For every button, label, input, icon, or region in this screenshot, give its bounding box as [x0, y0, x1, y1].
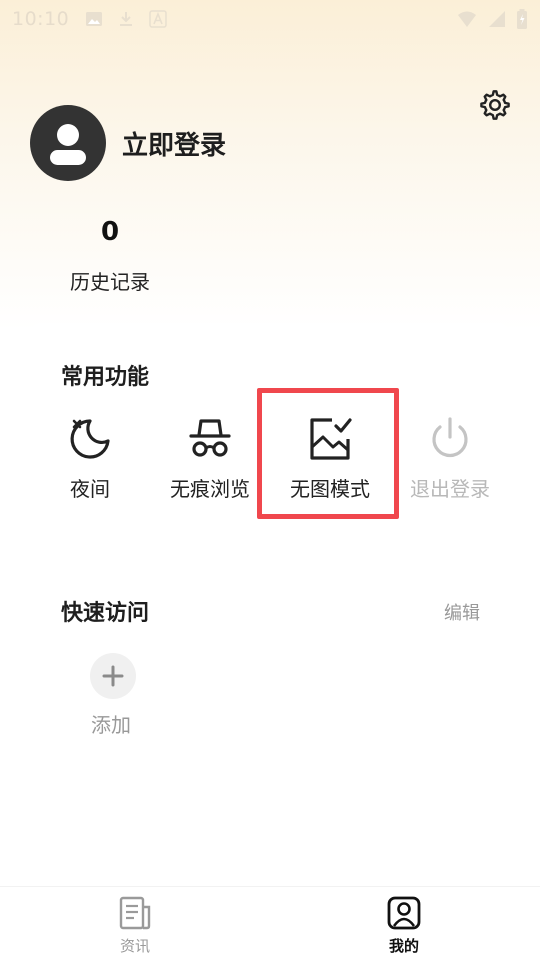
- nav-tab-news[interactable]: 资讯: [95, 895, 175, 956]
- add-label: 添加: [91, 713, 131, 737]
- add-quick-access-button[interactable]: 添加: [90, 653, 136, 738]
- common-functions-card: 常用功能 夜间 无痕浏览 无图模式 退出登录: [30, 323, 510, 533]
- night-mode-label: 夜间: [70, 477, 110, 501]
- font-icon: [149, 10, 168, 28]
- no-image-icon: [310, 418, 352, 460]
- logout-label: 退出登录: [410, 477, 490, 501]
- battery-charging-icon: [517, 9, 527, 29]
- download-icon: [120, 12, 133, 26]
- nav-news-label: 资讯: [119, 937, 150, 955]
- night-mode-button[interactable]: 夜间: [30, 415, 150, 515]
- power-icon: [432, 417, 468, 458]
- add-circle[interactable]: [90, 653, 136, 699]
- incognito-icon: [189, 419, 231, 457]
- login-link[interactable]: 立即登录: [122, 125, 226, 162]
- nav-tab-mine[interactable]: 我的: [364, 895, 444, 956]
- nav-mine-label: 我的: [388, 937, 419, 955]
- user-icon: [50, 124, 86, 165]
- incognito-label: 无痕浏览: [170, 477, 250, 501]
- no-image-mode-button[interactable]: 无图模式: [270, 415, 390, 515]
- signal-icon: [489, 11, 505, 27]
- moon-icon: [70, 419, 110, 459]
- quick-access-title: 快速访问: [61, 601, 150, 626]
- status-time: 10:10: [12, 8, 70, 30]
- status-bar: 10:10: [0, 0, 540, 38]
- common-functions-title: 常用功能: [61, 365, 150, 390]
- history-stat[interactable]: 0 历史记录: [40, 212, 180, 295]
- profile-header[interactable]: 立即登录: [30, 105, 226, 181]
- avatar[interactable]: [30, 105, 106, 181]
- quick-access-card: 快速访问 编辑 添加: [30, 561, 510, 751]
- history-label: 历史记录: [70, 270, 150, 294]
- functions-row: 夜间 无痕浏览 无图模式 退出登录: [30, 415, 510, 515]
- image-icon: [86, 12, 103, 26]
- history-count: 0: [100, 217, 120, 247]
- settings-button[interactable]: [478, 88, 512, 122]
- wifi-icon: [458, 11, 476, 27]
- incognito-button[interactable]: 无痕浏览: [150, 415, 270, 515]
- gear-icon: [480, 90, 510, 120]
- bottom-nav: 资讯 我的: [0, 886, 540, 960]
- plus-icon: [102, 665, 124, 687]
- edit-button[interactable]: 编辑: [444, 599, 480, 625]
- profile-icon: [387, 896, 421, 930]
- no-image-mode-label: 无图模式: [290, 477, 370, 501]
- news-icon: [119, 896, 151, 930]
- logout-button[interactable]: 退出登录: [390, 415, 510, 515]
